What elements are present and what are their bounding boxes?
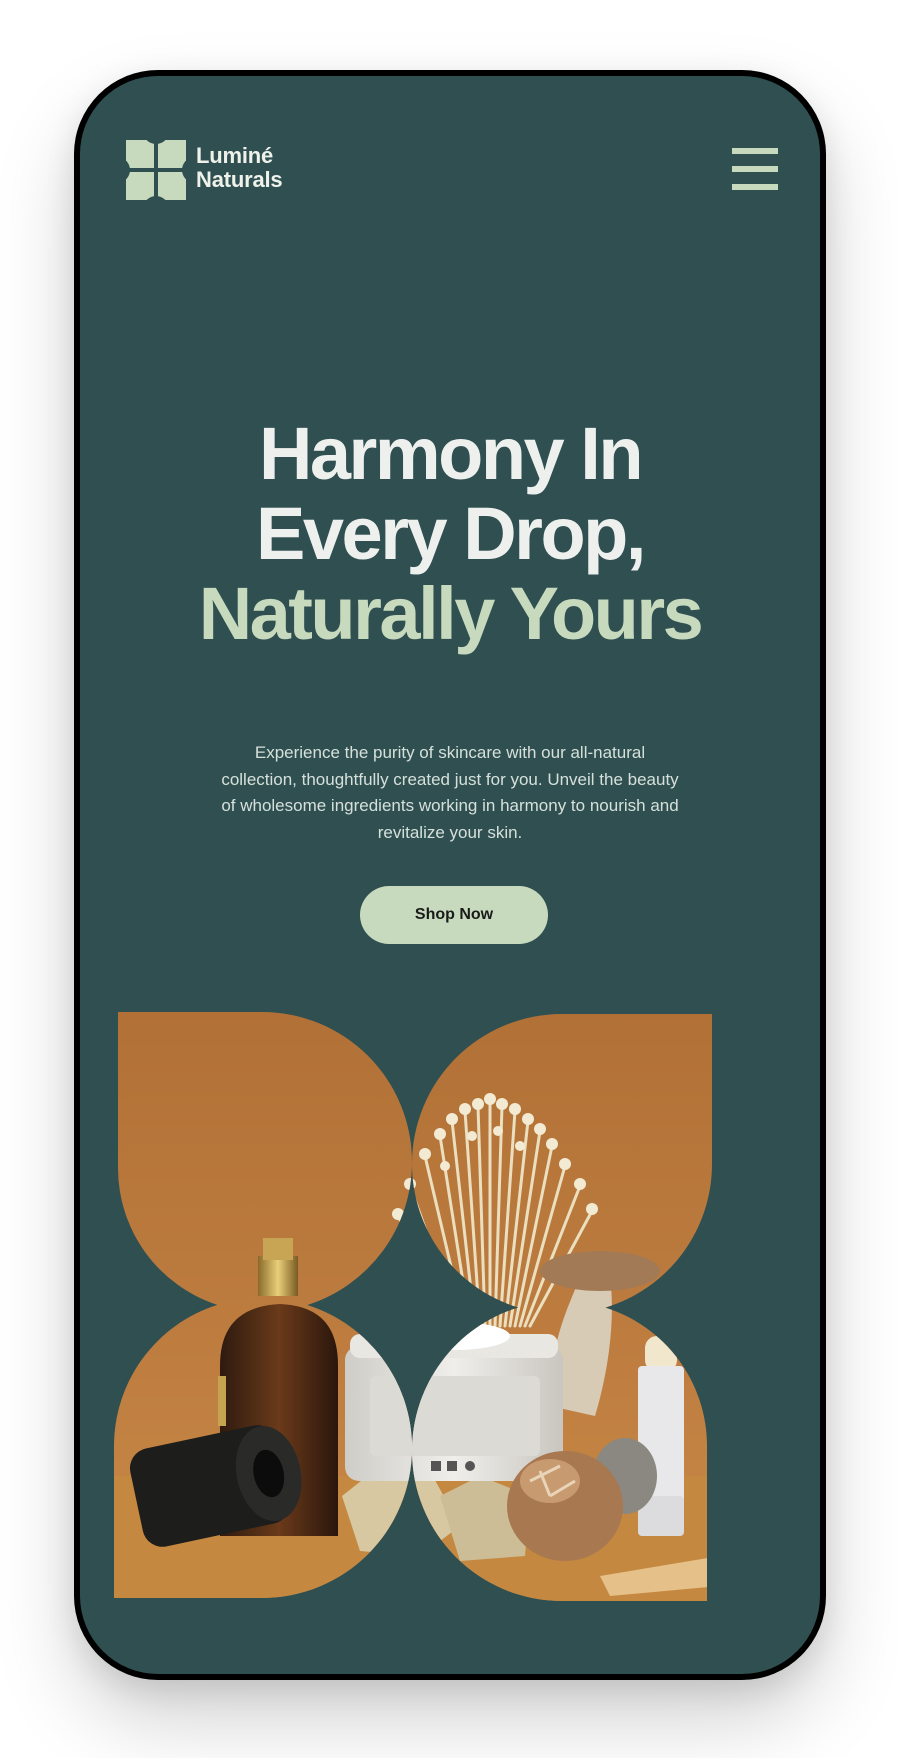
app-screen: Luminé Naturals Harmony In Every Drop, N… [80, 76, 820, 1674]
product-photo [114, 1012, 712, 1601]
phone-frame: Luminé Naturals Harmony In Every Drop, N… [74, 70, 826, 1680]
